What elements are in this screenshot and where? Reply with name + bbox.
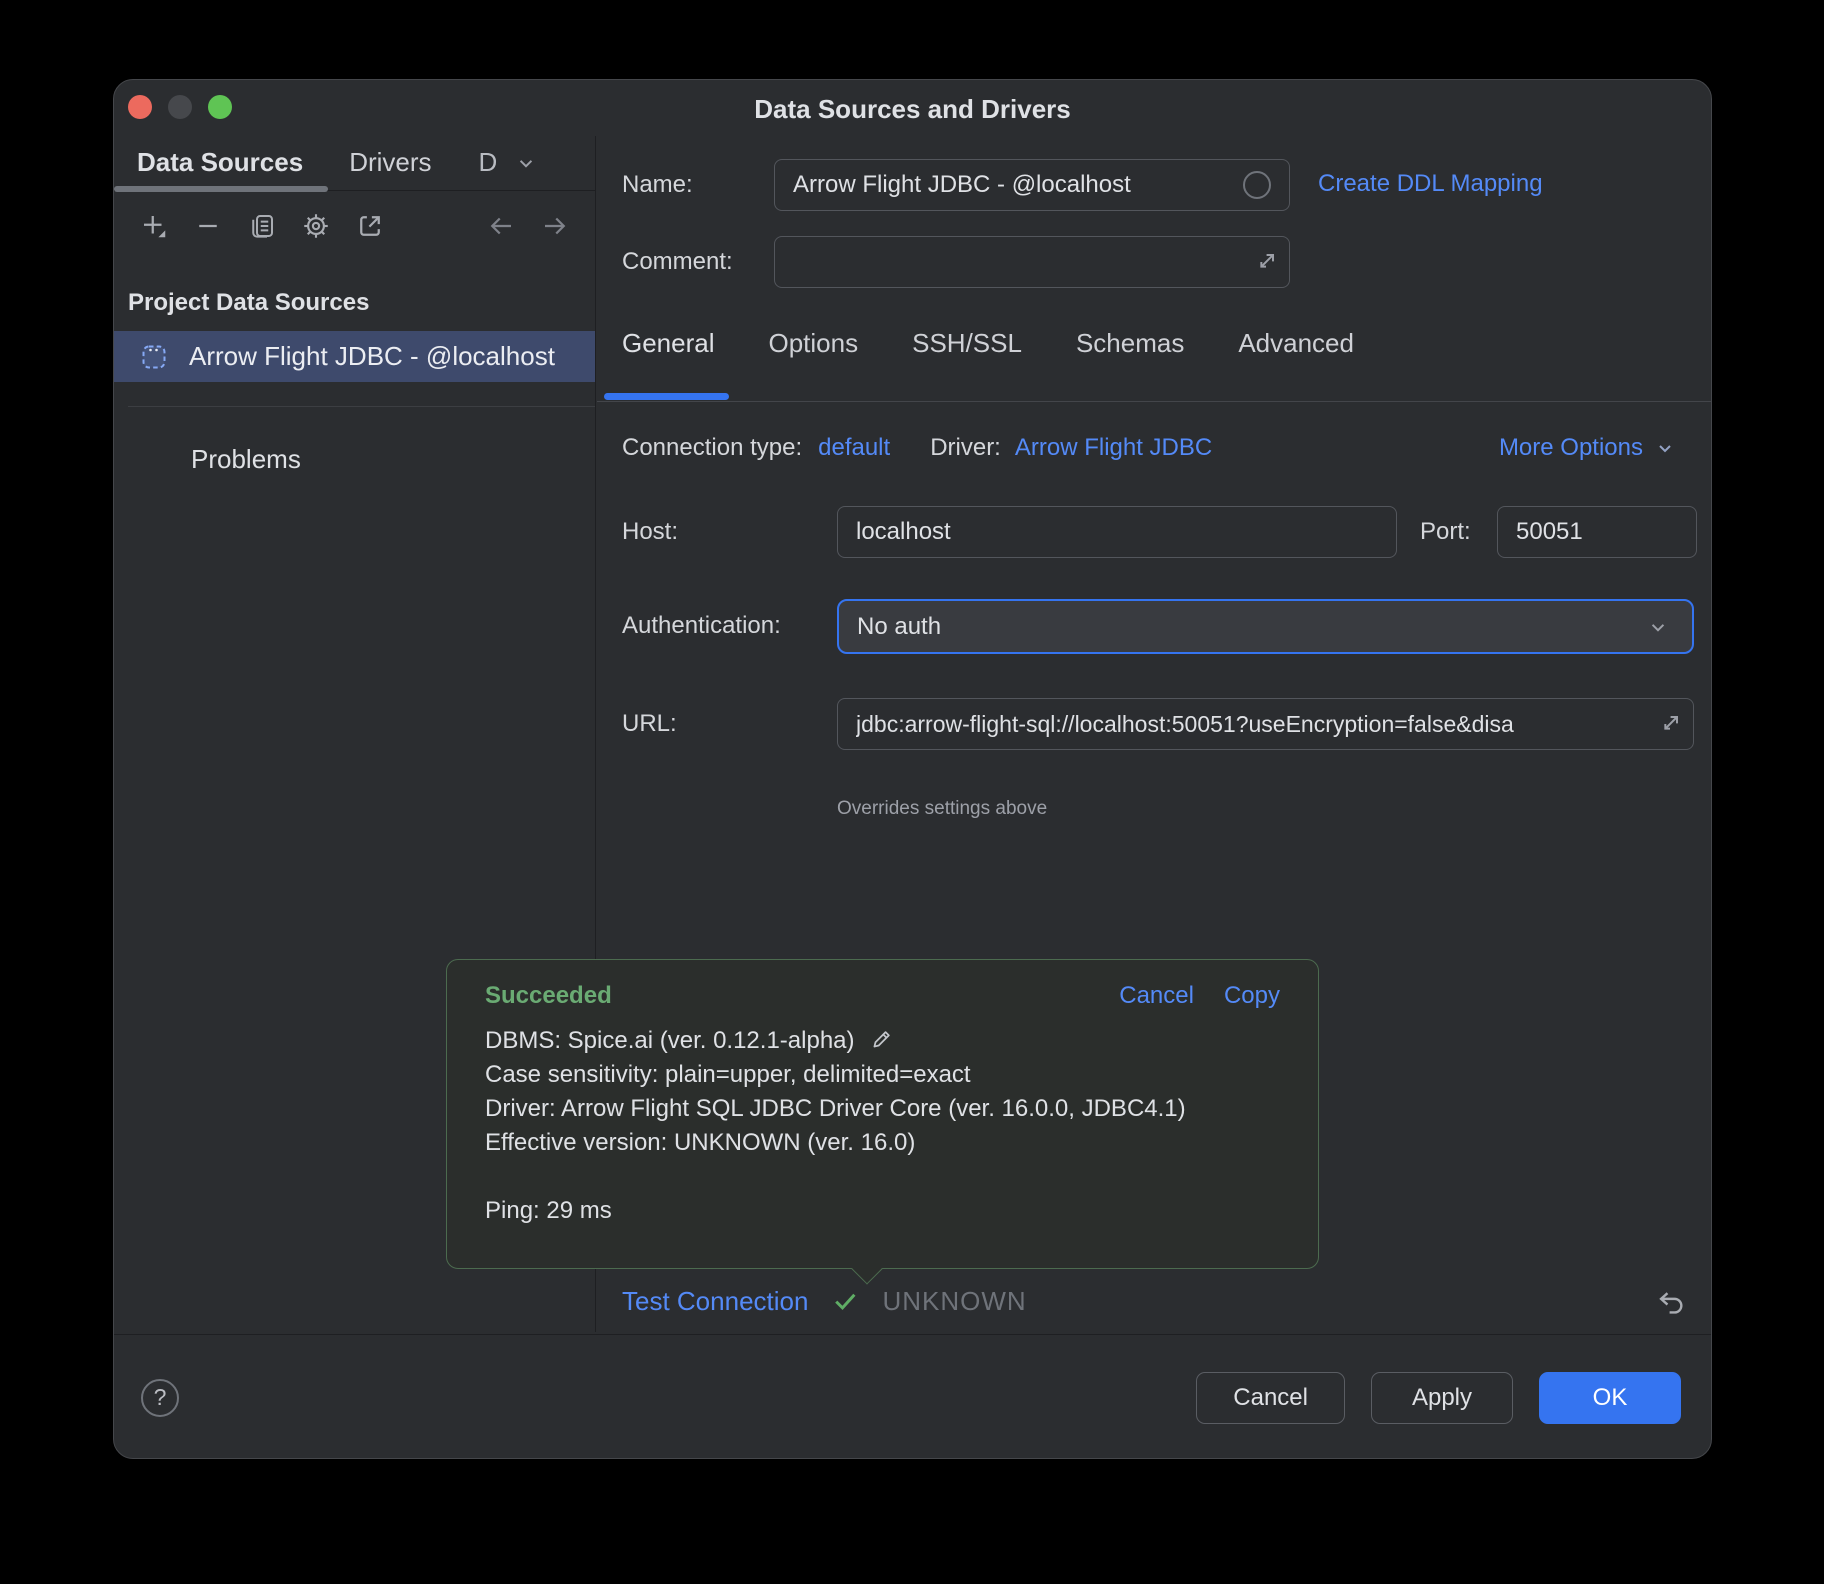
tab-data-sources[interactable]: Data Sources <box>114 136 326 191</box>
data-source-item-label: Arrow Flight JDBC - @localhost <box>189 341 555 372</box>
authentication-value: No auth <box>857 613 941 641</box>
active-tab-underline <box>604 393 729 400</box>
more-options-label: More Options <box>1499 434 1643 462</box>
name-value: Arrow Flight JDBC - @localhost <box>793 171 1131 199</box>
tab-advanced[interactable]: Advanced <box>1238 326 1354 360</box>
popup-body: DBMS: Spice.ai (ver. 0.12.1-alpha) Case … <box>485 1024 1280 1228</box>
host-value: localhost <box>856 518 951 546</box>
footer-bar: ? Cancel Apply OK <box>114 1334 1711 1460</box>
form-tab-strip: General Options SSH/SSL Schemas Advanced <box>622 326 1354 360</box>
zoom-window-button[interactable] <box>208 95 232 119</box>
name-label: Name: <box>622 170 693 200</box>
tab-ddl-mappings-truncated[interactable]: D <box>455 136 498 191</box>
comment-input[interactable] <box>774 236 1290 288</box>
spinner-ring-icon <box>1243 171 1271 199</box>
tab-options[interactable]: Options <box>769 326 859 360</box>
url-hint: Overrides settings above <box>837 798 1047 820</box>
ok-button[interactable]: OK <box>1539 1372 1681 1424</box>
name-input[interactable]: Arrow Flight JDBC - @localhost <box>774 159 1290 211</box>
popup-header: Succeeded Cancel Copy <box>485 982 1280 1010</box>
popup-effective-line: Effective version: UNKNOWN (ver. 16.0) <box>485 1126 1280 1160</box>
popup-dbms-text: DBMS: Spice.ai (ver. 0.12.1-alpha) <box>485 1027 855 1054</box>
forward-arrow-icon[interactable] <box>540 211 570 241</box>
connection-result-text: UNKNOWN <box>882 1286 1026 1317</box>
tab-general[interactable]: General <box>622 326 715 360</box>
checkmark-icon <box>830 1286 860 1316</box>
url-label: URL: <box>622 709 677 739</box>
pencil-icon[interactable] <box>869 1026 895 1052</box>
back-arrow-icon[interactable] <box>486 211 516 241</box>
popup-ping-line: Ping: 29 ms <box>485 1194 1280 1228</box>
add-data-source-icon[interactable] <box>139 211 169 241</box>
driver-value-link[interactable]: Arrow Flight JDBC <box>1015 434 1212 462</box>
tab-drivers[interactable]: Drivers <box>326 136 454 191</box>
undo-icon[interactable] <box>1654 1284 1688 1318</box>
url-value: jdbc:arrow-flight-sql://localhost:50051?… <box>856 711 1514 738</box>
url-input[interactable]: jdbc:arrow-flight-sql://localhost:50051?… <box>837 698 1694 750</box>
popup-driver-line: Driver: Arrow Flight SQL JDBC Driver Cor… <box>485 1092 1280 1126</box>
host-label: Host: <box>622 517 678 547</box>
project-data-sources-header: Project Data Sources <box>128 289 369 317</box>
sidebar-item-problems[interactable]: Problems <box>191 444 301 475</box>
test-connection-row: Test Connection UNKNOWN <box>622 1281 1688 1321</box>
tabs-divider <box>597 401 1711 402</box>
apply-button[interactable]: Apply <box>1371 1372 1513 1424</box>
expand-url-icon[interactable] <box>1656 710 1684 738</box>
titlebar: Data Sources and Drivers <box>114 80 1711 136</box>
data-source-item-selected[interactable]: Arrow Flight JDBC - @localhost <box>114 331 595 382</box>
test-connection-popup: Succeeded Cancel Copy DBMS: Spice.ai (ve… <box>446 959 1319 1269</box>
popup-cancel-link[interactable]: Cancel <box>1119 982 1194 1010</box>
chevron-down-icon[interactable] <box>513 150 539 176</box>
close-window-button[interactable] <box>128 95 152 119</box>
driver-label: Driver: <box>930 434 1001 462</box>
comment-label: Comment: <box>622 247 733 277</box>
connection-type-value-link[interactable]: default <box>818 434 890 462</box>
popup-case-line: Case sensitivity: plain=upper, delimited… <box>485 1058 1280 1092</box>
create-ddl-mapping-link[interactable]: Create DDL Mapping <box>1318 170 1543 198</box>
popup-copy-link[interactable]: Copy <box>1224 982 1280 1010</box>
connection-type-label: Connection type: <box>622 434 802 462</box>
remove-data-source-icon[interactable] <box>193 211 223 241</box>
host-input[interactable]: localhost <box>837 506 1397 558</box>
chevron-down-icon <box>1653 436 1677 460</box>
popup-blank-line <box>485 1160 1280 1194</box>
help-button[interactable]: ? <box>141 1379 179 1417</box>
sidebar-toolbar <box>114 196 595 256</box>
popup-status: Succeeded <box>485 982 612 1010</box>
authentication-dropdown[interactable]: No auth <box>837 599 1694 654</box>
test-connection-link[interactable]: Test Connection <box>622 1286 808 1317</box>
popup-dbms-line: DBMS: Spice.ai (ver. 0.12.1-alpha) <box>485 1024 1280 1058</box>
sidebar-divider <box>128 406 595 407</box>
port-value: 50051 <box>1516 518 1583 546</box>
port-input[interactable]: 50051 <box>1497 506 1697 558</box>
port-label: Port: <box>1420 517 1471 547</box>
connection-type-row: Connection type: default Driver: Arrow F… <box>622 431 1677 465</box>
open-in-new-icon[interactable] <box>355 211 385 241</box>
chevron-down-icon[interactable] <box>1645 614 1671 640</box>
tab-ssh-ssl[interactable]: SSH/SSL <box>912 326 1022 360</box>
cancel-button[interactable]: Cancel <box>1196 1372 1345 1424</box>
data-sources-dialog: Data Sources and Drivers Data Sources Dr… <box>113 79 1712 1459</box>
tab-schemas[interactable]: Schemas <box>1076 326 1184 360</box>
duplicate-icon[interactable] <box>247 211 277 241</box>
minimize-window-button[interactable] <box>168 95 192 119</box>
authentication-label: Authentication: <box>622 611 781 641</box>
expand-comment-icon[interactable] <box>1252 248 1280 276</box>
sidebar-tab-strip: Data Sources Drivers D <box>114 136 595 191</box>
gear-icon[interactable] <box>301 211 331 241</box>
more-options-link[interactable]: More Options <box>1499 434 1677 462</box>
data-source-icon <box>140 343 168 371</box>
window-title: Data Sources and Drivers <box>114 80 1711 138</box>
